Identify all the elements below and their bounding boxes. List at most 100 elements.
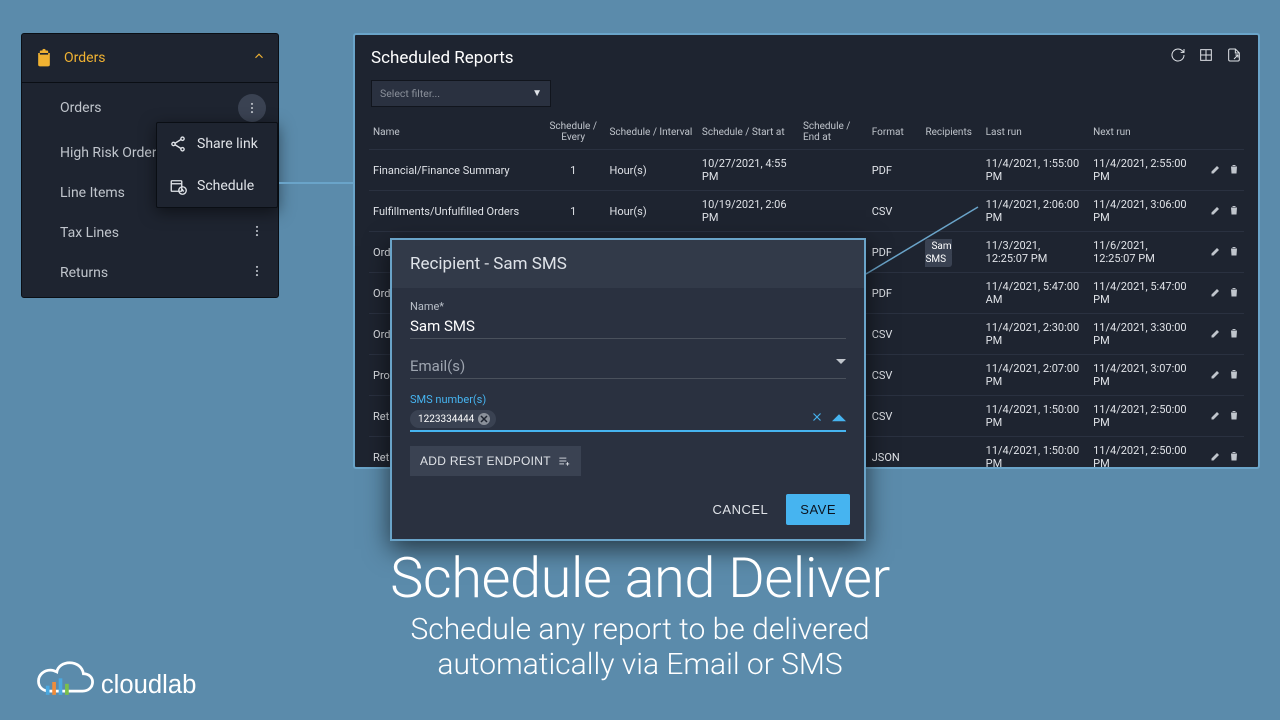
delete-icon[interactable]	[1228, 409, 1240, 424]
cell-recipients	[921, 396, 981, 437]
edit-icon[interactable]	[1210, 245, 1222, 260]
cloudlab-logo: cloudlab	[22, 658, 242, 706]
delete-icon[interactable]	[1228, 450, 1240, 465]
headline: Schedule and Deliver	[0, 545, 1280, 611]
edit-icon[interactable]	[1210, 450, 1222, 465]
kebab-icon[interactable]	[238, 94, 266, 122]
cell-last: 11/3/2021, 12:25:07 PM	[982, 232, 1089, 273]
cell-format: PDF	[868, 273, 922, 314]
kebab-icon[interactable]	[248, 264, 266, 282]
panel-title: Scheduled Reports	[371, 48, 514, 68]
schedule-label: Schedule	[197, 178, 254, 194]
cell-name: Fulfillments/Unfulfilled Orders	[369, 191, 541, 232]
grid-icon[interactable]	[1198, 47, 1214, 68]
col-end[interactable]: Schedule / End at	[799, 115, 868, 150]
email-input[interactable]: Email(s)	[410, 353, 846, 379]
cell-last: 11/4/2021, 2:07:00 PM	[982, 355, 1089, 396]
cell-recipients	[921, 191, 981, 232]
export-icon[interactable]	[1226, 47, 1242, 68]
add-endpoint-label: ADD REST ENDPOINT	[420, 454, 551, 468]
cell-last: 11/4/2021, 2:06:00 PM	[982, 191, 1089, 232]
cell-format: CSV	[868, 314, 922, 355]
delete-icon[interactable]	[1228, 163, 1240, 178]
cell-recipients: Sam SMS	[921, 232, 981, 273]
sms-input[interactable]: 1223334444	[410, 406, 846, 432]
sidebar-header-orders[interactable]: Orders	[22, 34, 278, 83]
cell-format: JSON	[868, 437, 922, 468]
cell-last: 11/4/2021, 1:50:00 PM	[982, 396, 1089, 437]
clear-icon[interactable]	[810, 410, 824, 424]
caret-up-icon[interactable]	[832, 410, 846, 424]
recipient-chip[interactable]: Sam SMS	[925, 239, 952, 267]
share-icon	[169, 135, 187, 153]
save-button[interactable]: SAVE	[786, 494, 850, 525]
cell-format: PDF	[868, 150, 922, 191]
dialog-title: Recipient - Sam SMS	[392, 240, 864, 288]
sidebar-title: Orders	[64, 50, 106, 66]
cell-interval: Hour(s)	[605, 150, 697, 191]
cell-format: CSV	[868, 191, 922, 232]
filter-select[interactable]: Select filter... ▼	[371, 80, 551, 107]
share-label: Share link	[197, 136, 258, 152]
sidebar-item-tax-lines[interactable]: Tax Lines	[22, 213, 278, 253]
col-format[interactable]: Format	[868, 115, 922, 150]
connector-line	[279, 182, 359, 184]
sms-label: SMS number(s)	[410, 393, 846, 406]
sidebar-item-label: Tax Lines	[60, 225, 119, 241]
col-start[interactable]: Schedule / Start at	[698, 115, 799, 150]
caret-down-icon[interactable]	[836, 352, 846, 371]
sms-chip[interactable]: 1223334444	[410, 410, 496, 428]
col-last[interactable]: Last run	[982, 115, 1089, 150]
cell-last: 11/4/2021, 2:30:00 PM	[982, 314, 1089, 355]
edit-icon[interactable]	[1210, 327, 1222, 342]
edit-icon[interactable]	[1210, 163, 1222, 178]
table-row[interactable]: Fulfillments/Unfulfilled Orders1Hour(s)1…	[369, 191, 1244, 232]
recipient-dialog: Recipient - Sam SMS Name* Sam SMS Email(…	[390, 238, 866, 541]
delete-icon[interactable]	[1228, 204, 1240, 219]
cell-start: 10/19/2021, 2:06 PM	[698, 191, 799, 232]
sidebar-item-label: High Risk Orders	[60, 145, 164, 161]
refresh-icon[interactable]	[1170, 47, 1186, 68]
kebab-icon[interactable]	[248, 224, 266, 242]
filter-placeholder: Select filter...	[380, 87, 440, 100]
cell-end	[799, 150, 868, 191]
svg-text:cloudlab: cloudlab	[101, 671, 197, 699]
delete-icon[interactable]	[1228, 286, 1240, 301]
cell-next: 11/4/2021, 2:55:00 PM	[1089, 150, 1196, 191]
name-input[interactable]: Sam SMS	[410, 313, 846, 339]
edit-icon[interactable]	[1210, 286, 1222, 301]
share-link-item[interactable]: Share link	[157, 123, 277, 165]
delete-icon[interactable]	[1228, 245, 1240, 260]
col-name[interactable]: Name	[369, 115, 541, 150]
cell-next: 11/6/2021, 12:25:07 PM	[1089, 232, 1196, 273]
delete-icon[interactable]	[1228, 327, 1240, 342]
cancel-button[interactable]: CANCEL	[709, 494, 773, 525]
cell-end	[799, 191, 868, 232]
chip-remove-icon[interactable]	[478, 413, 490, 425]
add-rest-endpoint-button[interactable]: ADD REST ENDPOINT	[410, 446, 581, 476]
cell-next: 11/4/2021, 5:47:00 PM	[1089, 273, 1196, 314]
cell-next: 11/4/2021, 3:30:00 PM	[1089, 314, 1196, 355]
col-next[interactable]: Next run	[1089, 115, 1196, 150]
cell-name: Financial/Finance Summary	[369, 150, 541, 191]
cell-start: 10/27/2021, 4:55 PM	[698, 150, 799, 191]
edit-icon[interactable]	[1210, 204, 1222, 219]
edit-icon[interactable]	[1210, 368, 1222, 383]
col-recipients[interactable]: Recipients	[921, 115, 981, 150]
name-label: Name*	[410, 300, 846, 313]
delete-icon[interactable]	[1228, 368, 1240, 383]
table-row[interactable]: Financial/Finance Summary1Hour(s)10/27/2…	[369, 150, 1244, 191]
cell-recipients	[921, 355, 981, 396]
sidebar-item-label: Line Items	[60, 185, 125, 201]
sidebar-item-returns[interactable]: Returns	[22, 253, 278, 293]
orders-icon	[34, 48, 54, 68]
col-every[interactable]: Schedule / Every	[541, 115, 605, 150]
caret-down-icon: ▼	[532, 88, 542, 99]
cell-next: 11/4/2021, 3:06:00 PM	[1089, 191, 1196, 232]
cell-format: CSV	[868, 396, 922, 437]
sidebar-item-label: Orders	[60, 100, 102, 116]
schedule-item[interactable]: Schedule	[157, 165, 277, 207]
edit-icon[interactable]	[1210, 409, 1222, 424]
chevron-up-icon	[252, 49, 266, 67]
col-interval[interactable]: Schedule / Interval	[605, 115, 697, 150]
